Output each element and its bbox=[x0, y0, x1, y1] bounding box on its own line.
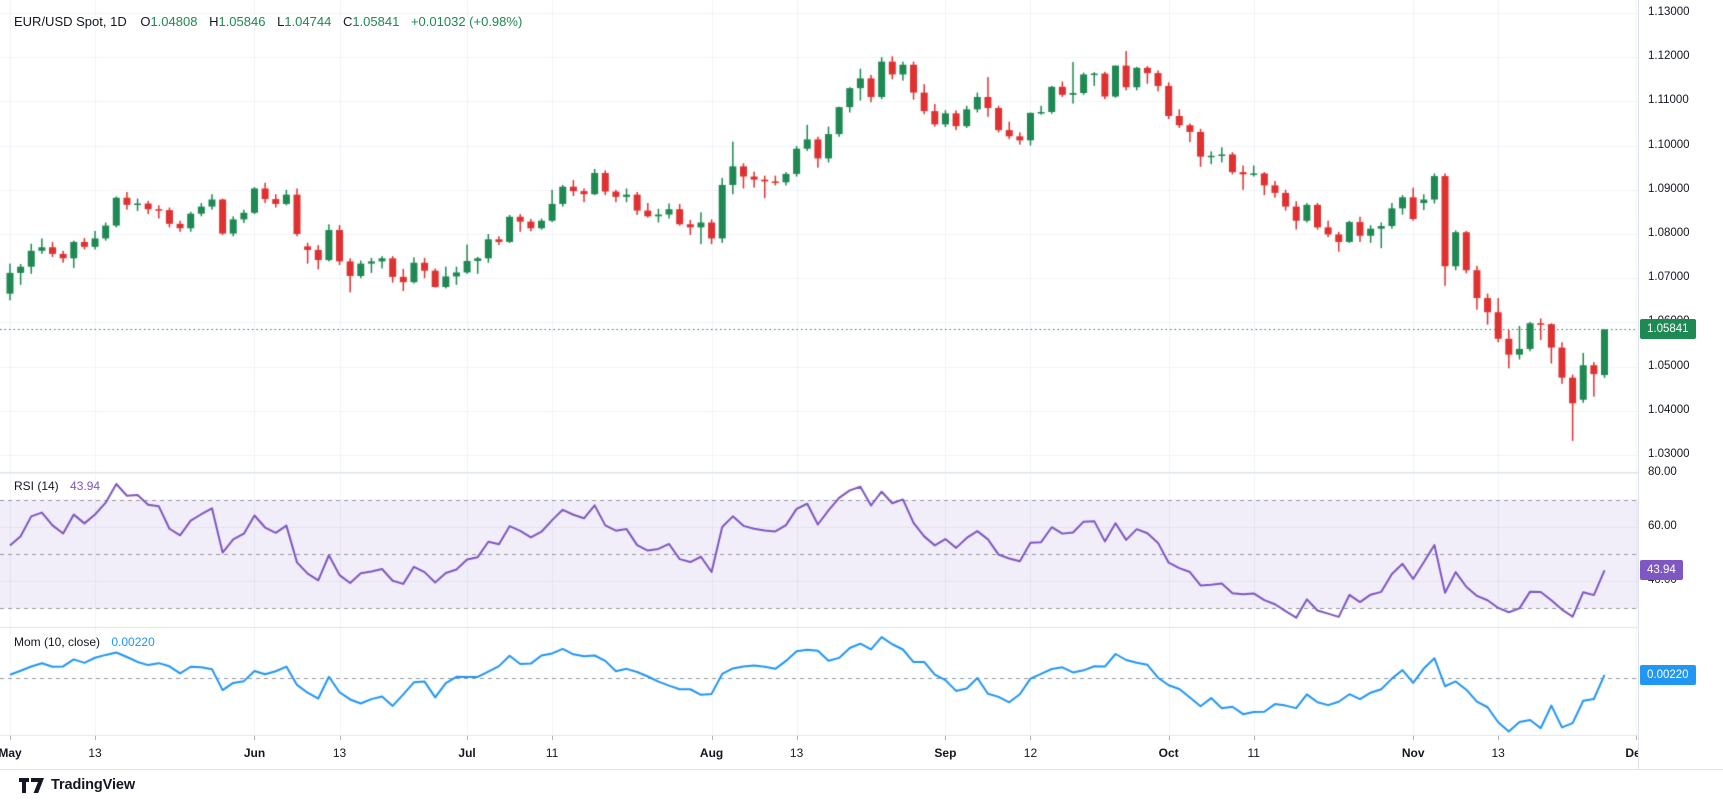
momentum-value-tag: 0.00220 bbox=[1640, 665, 1696, 685]
open-value: 1.04808 bbox=[150, 14, 197, 29]
time-axis-label: May bbox=[0, 746, 22, 760]
time-axis-tick bbox=[1413, 736, 1414, 740]
time-axis-label: 13 bbox=[333, 746, 346, 760]
price-axis-label: 1.12000 bbox=[1648, 50, 1690, 62]
time-axis-tick bbox=[95, 736, 96, 740]
time-axis[interactable]: May 13 Jun 13 Jul 11 Aug 13 Sep 12 Oct 11 Nov 13 Dec bbox=[0, 736, 1638, 769]
momentum-value: 0.00220 bbox=[111, 635, 154, 649]
change-value: +0.01032 (+0.98%) bbox=[411, 14, 522, 29]
momentum-title: Mom (10, close) bbox=[14, 635, 100, 649]
price-axis-label: 1.04000 bbox=[1648, 404, 1690, 416]
time-axis-tick bbox=[1498, 736, 1499, 740]
time-axis-label: Jul bbox=[458, 746, 475, 760]
price-axis[interactable]: 1.13000 1.12000 1.11000 1.10000 1.09000 1.080… bbox=[1638, 0, 1723, 769]
time-axis-tick bbox=[712, 736, 713, 740]
open-label: O bbox=[140, 14, 150, 29]
close-value: 1.05841 bbox=[352, 14, 399, 29]
time-axis-label: Oct bbox=[1159, 746, 1179, 760]
price-axis-label: 1.10000 bbox=[1648, 139, 1690, 151]
price-axis-label: 1.08000 bbox=[1648, 227, 1690, 239]
time-axis-label: Dec bbox=[1625, 746, 1638, 760]
momentum-legend: Mom (10, close) 0.00220 bbox=[14, 635, 155, 649]
time-axis-tick bbox=[340, 736, 341, 740]
time-axis-label: 11 bbox=[546, 746, 558, 760]
time-axis-label: 11 bbox=[1247, 746, 1259, 760]
rsi-axis-label: 60.00 bbox=[1648, 520, 1677, 532]
time-axis-tick bbox=[10, 736, 11, 740]
time-axis-label: Aug bbox=[700, 746, 723, 760]
time-axis-label: Sep bbox=[934, 746, 956, 760]
rsi-value-tag: 43.94 bbox=[1640, 560, 1683, 580]
time-axis-label: 13 bbox=[790, 746, 803, 760]
price-axis-label: 1.09000 bbox=[1648, 183, 1690, 195]
time-axis-tick bbox=[467, 736, 468, 740]
rsi-legend: RSI (14) 43.94 bbox=[14, 479, 100, 493]
time-axis-tick bbox=[1030, 736, 1031, 740]
time-axis-tick bbox=[1169, 736, 1170, 740]
rsi-title: RSI (14) bbox=[14, 479, 59, 493]
time-axis-label: 13 bbox=[1492, 746, 1505, 760]
high-value: 1.05846 bbox=[218, 14, 265, 29]
last-price-tag: 1.05841 bbox=[1640, 319, 1696, 339]
chart-canvas[interactable] bbox=[0, 0, 1723, 803]
low-value: 1.04744 bbox=[284, 14, 331, 29]
time-axis-label: Nov bbox=[1402, 746, 1425, 760]
close-label: C bbox=[343, 14, 352, 29]
bottom-strip: TradingView bbox=[0, 769, 1723, 803]
tradingview-logo[interactable]: TradingView bbox=[19, 777, 135, 793]
time-axis-tick bbox=[552, 736, 553, 740]
tradingview-icon bbox=[19, 778, 45, 793]
time-axis-tick bbox=[797, 736, 798, 740]
time-axis-tick bbox=[1254, 736, 1255, 740]
chart-window: EUR/USD Spot, 1D O1.04808 H1.05846 L1.04… bbox=[0, 0, 1723, 803]
price-axis-label: 1.13000 bbox=[1648, 6, 1690, 18]
rsi-value: 43.94 bbox=[70, 479, 100, 493]
time-axis-label: Jun bbox=[244, 746, 265, 760]
time-axis-label: 13 bbox=[88, 746, 101, 760]
price-axis-label: 1.05000 bbox=[1648, 360, 1690, 372]
symbol-legend: EUR/USD Spot, 1D O1.04808 H1.05846 L1.04… bbox=[14, 14, 522, 29]
price-axis-label: 1.07000 bbox=[1648, 271, 1690, 283]
time-axis-tick bbox=[945, 736, 946, 740]
price-axis-label: 1.11000 bbox=[1648, 94, 1689, 106]
rsi-axis-label: 80.00 bbox=[1648, 466, 1677, 478]
time-axis-tick bbox=[254, 736, 255, 740]
tradingview-wordmark: TradingView bbox=[51, 777, 135, 793]
price-axis-label: 1.03000 bbox=[1648, 448, 1690, 460]
time-axis-label: 12 bbox=[1024, 746, 1037, 760]
symbol-title: EUR/USD Spot, 1D bbox=[14, 14, 127, 29]
time-axis-tick bbox=[1636, 736, 1637, 740]
